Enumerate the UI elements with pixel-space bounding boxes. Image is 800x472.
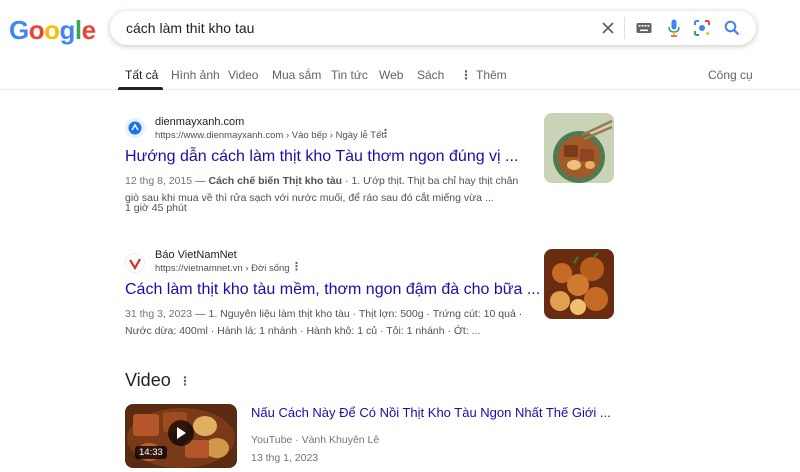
result-date: 31 thg 3, 2023 bbox=[125, 308, 193, 320]
google-logo[interactable]: Google bbox=[9, 15, 96, 46]
logo-letter: G bbox=[9, 15, 29, 45]
logo-letter: o bbox=[28, 15, 45, 45]
logo-letter: g bbox=[59, 15, 76, 45]
search-input[interactable]: cách làm thit kho tau bbox=[126, 20, 254, 36]
video-title-link[interactable]: Nấu Cách Này Để Có Nồi Thịt Kho Tàu Ngon… bbox=[251, 405, 611, 420]
logo-letter: o bbox=[44, 15, 60, 45]
tab-shopping[interactable]: Mua sắm bbox=[272, 68, 321, 82]
tab-all[interactable]: Tất cả bbox=[125, 68, 158, 82]
site-url[interactable]: https://vietnamnet.vn › Đời sống bbox=[155, 263, 290, 274]
mic-icon[interactable] bbox=[662, 16, 686, 40]
search-divider bbox=[624, 17, 625, 39]
tab-more[interactable]: ⋮ Thêm bbox=[460, 68, 507, 82]
tab-news[interactable]: Tin tức bbox=[331, 68, 368, 82]
tab-images[interactable]: Hình ảnh bbox=[171, 68, 220, 82]
site-name[interactable]: dienmayxanh.com bbox=[155, 116, 244, 128]
tab-web[interactable]: Web bbox=[379, 68, 403, 82]
snippet-highlight: Cách chế biến Thịt kho tàu bbox=[208, 175, 343, 187]
clear-icon[interactable] bbox=[596, 16, 620, 40]
active-tab-indicator bbox=[118, 87, 163, 90]
cook-time: 1 giờ 45 phút bbox=[125, 202, 187, 214]
more-vert-icon[interactable]: ⋮ bbox=[380, 129, 391, 140]
more-vert-icon[interactable]: ⋮ bbox=[179, 374, 191, 388]
search-icon[interactable] bbox=[720, 16, 744, 40]
tab-books[interactable]: Sách bbox=[417, 68, 444, 82]
result-snippet: 31 thg 3, 2023 — 1. Nguyên liệu làm thịt… bbox=[125, 306, 535, 340]
result-thumbnail[interactable] bbox=[544, 113, 614, 183]
result-title-link[interactable]: Cách làm thịt kho tàu mềm, thơm ngon đậm… bbox=[125, 281, 540, 299]
site-name[interactable]: Báo VietNamNet bbox=[155, 249, 237, 261]
tab-videos[interactable]: Video bbox=[228, 68, 258, 82]
site-favicon bbox=[125, 253, 145, 273]
site-url[interactable]: https://www.dienmayxanh.com › Vào bếp › … bbox=[155, 130, 384, 141]
search-tabs: Tất cả Hình ảnh Video Mua sắm Tin tức We… bbox=[0, 60, 800, 90]
video-section-heading: Video bbox=[125, 370, 171, 390]
result-thumbnail[interactable] bbox=[544, 249, 614, 319]
video-source: YouTube · Vành Khuyên Lê bbox=[251, 434, 380, 446]
video-date: 13 thg 1, 2023 bbox=[251, 452, 319, 464]
more-vert-icon: ⋮ bbox=[460, 68, 472, 82]
video-thumbnail[interactable]: 14:33 bbox=[125, 404, 237, 468]
video-duration: 14:33 bbox=[135, 446, 167, 459]
tab-more-label: Thêm bbox=[476, 68, 507, 82]
result-date: 12 thg 8, 2015 bbox=[125, 175, 193, 187]
more-vert-icon[interactable]: ⋮ bbox=[291, 262, 302, 273]
result-title-link[interactable]: Hướng dẫn cách làm thịt kho Tàu thơm ngo… bbox=[125, 148, 518, 166]
play-icon[interactable] bbox=[168, 420, 194, 446]
site-favicon bbox=[125, 118, 145, 138]
logo-letter: e bbox=[81, 15, 96, 45]
lens-icon[interactable] bbox=[690, 16, 714, 40]
tools-button[interactable]: Công cụ bbox=[708, 68, 753, 82]
logo-letter: l bbox=[74, 15, 82, 45]
keyboard-icon[interactable] bbox=[632, 16, 656, 40]
search-box[interactable]: cách làm thit kho tau bbox=[110, 11, 756, 45]
